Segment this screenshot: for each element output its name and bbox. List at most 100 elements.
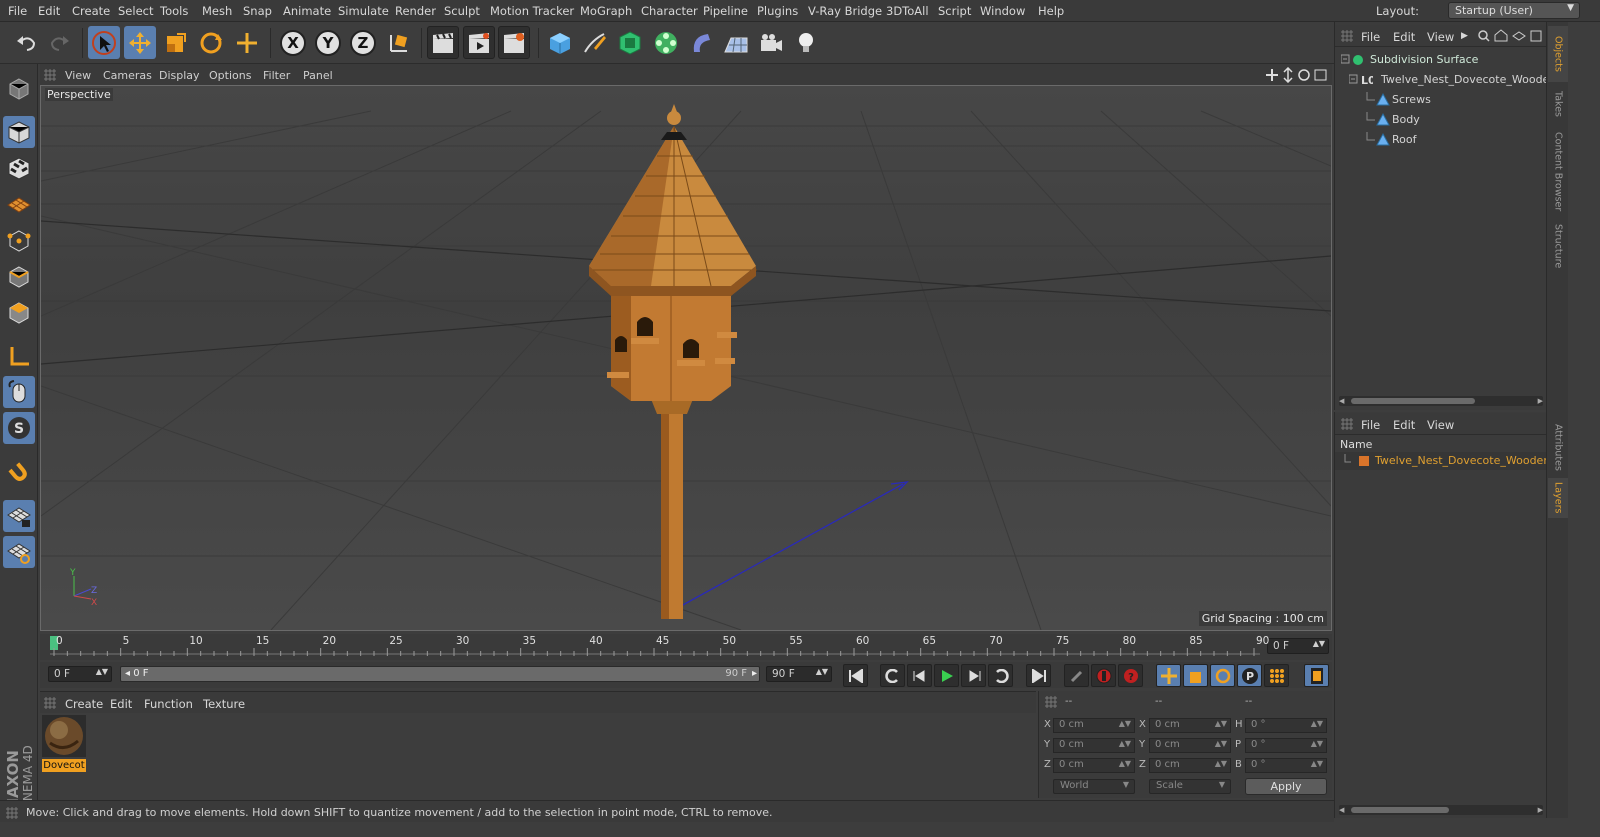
menu-mesh[interactable]: Mesh <box>202 4 232 18</box>
material-swatch-dovecot[interactable]: Dovecot <box>42 715 86 772</box>
tree-item-screws[interactable]: Screws <box>1335 90 1547 109</box>
chevron-right-icon[interactable]: ▶ <box>1461 31 1468 41</box>
record-active-objects-button[interactable] <box>1091 664 1116 687</box>
tab-content-browser[interactable]: Content Browser <box>1548 126 1568 218</box>
model-mode-button[interactable] <box>3 116 35 148</box>
add-light-button[interactable] <box>790 26 822 59</box>
size-mode-select[interactable]: Scale ▼ <box>1149 779 1231 794</box>
viewport-menu-display[interactable]: Display <box>159 69 200 82</box>
material-menu-edit[interactable]: Edit <box>110 697 132 711</box>
material-menu-texture[interactable]: Texture <box>203 697 245 711</box>
solo-mode-button[interactable]: S <box>3 412 35 444</box>
rot-h-field[interactable]: 0 ° ▲▼ <box>1245 718 1327 733</box>
menu-character[interactable]: Character <box>641 4 698 18</box>
scrollbar-thumb[interactable] <box>1351 398 1475 404</box>
edge-mode-button[interactable] <box>3 260 35 292</box>
layout-select[interactable]: Startup (User) ▼ <box>1448 2 1580 19</box>
menu-pipeline[interactable]: Pipeline <box>703 4 748 18</box>
axis-mode-button[interactable] <box>3 340 35 372</box>
tab-takes[interactable]: Takes <box>1548 84 1568 124</box>
add-cube-button[interactable] <box>544 26 576 59</box>
size-y-field[interactable]: 0 cm ▲▼ <box>1149 738 1231 753</box>
tree-item-body[interactable]: Body <box>1335 110 1547 129</box>
pos-z-field[interactable]: 0 cm ▲▼ <box>1053 758 1135 773</box>
rotate-tool-button[interactable] <box>195 26 227 59</box>
key-position-button[interactable] <box>1156 664 1181 687</box>
add-deformer-button[interactable] <box>685 26 717 59</box>
viewport-menu-cameras[interactable]: Cameras <box>103 69 152 82</box>
add-mograph-button[interactable] <box>650 26 682 59</box>
tab-objects[interactable]: Objects <box>1548 26 1568 82</box>
objects-menu-edit[interactable]: Edit <box>1393 30 1415 44</box>
tab-attributes[interactable]: Attributes <box>1548 418 1568 476</box>
menu-tools[interactable]: Tools <box>160 4 188 18</box>
object-manager-tools[interactable] <box>1477 29 1545 43</box>
layers-menu-edit[interactable]: Edit <box>1393 418 1415 432</box>
redo-button[interactable] <box>44 26 76 59</box>
next-key-button[interactable] <box>988 664 1013 687</box>
autokeying-button[interactable]: ? <box>1118 664 1143 687</box>
menu-script[interactable]: Script <box>938 4 971 18</box>
menu-file[interactable]: File <box>8 4 27 18</box>
tree-item-subdivision-surface[interactable]: Subdivision Surface <box>1335 50 1547 69</box>
tab-structure[interactable]: Structure <box>1548 220 1568 272</box>
objects-horizontal-scrollbar[interactable]: ◀ ▶ <box>1339 396 1543 406</box>
pos-x-field[interactable]: 0 cm ▲▼ <box>1053 718 1135 733</box>
tree-item-roof[interactable]: Roof <box>1335 130 1547 149</box>
add-camera-button[interactable] <box>755 26 787 59</box>
scrollbar-thumb[interactable] <box>1351 807 1449 813</box>
menu-select[interactable]: Select <box>118 4 153 18</box>
layers-horizontal-scrollbar[interactable]: ◀ ▶ <box>1339 805 1543 815</box>
timeline-layout-button[interactable] <box>1304 664 1329 687</box>
move-tool-button[interactable] <box>124 26 156 59</box>
objects-menu-view[interactable]: View <box>1427 30 1454 44</box>
coordinate-system-button[interactable] <box>383 26 415 59</box>
goto-end-button[interactable] <box>1026 664 1051 687</box>
material-menu-create[interactable]: Create <box>65 697 103 711</box>
planar-workplane-button[interactable] <box>3 536 35 568</box>
menu-vray-bridge[interactable]: V-Ray Bridge <box>808 4 882 18</box>
key-scale-button[interactable] <box>1183 664 1208 687</box>
snapping-button[interactable] <box>3 456 35 488</box>
menu-simulate[interactable]: Simulate <box>338 4 389 18</box>
size-x-field[interactable]: 0 cm ▲▼ <box>1149 718 1231 733</box>
frame-range-slider[interactable]: ◂ 0 F 90 F ▸ <box>120 666 760 682</box>
key-rotation-button[interactable] <box>1210 664 1235 687</box>
coordinate-mode-select[interactable]: World ▼ <box>1053 779 1135 794</box>
timeline-end-field[interactable]: 0 F ▲▼ <box>1267 638 1329 654</box>
key-pla-button[interactable] <box>1264 664 1289 687</box>
rot-p-field[interactable]: 0 ° ▲▼ <box>1245 738 1327 753</box>
add-spline-button[interactable] <box>579 26 611 59</box>
previous-key-button[interactable] <box>880 664 905 687</box>
menu-window[interactable]: Window <box>980 4 1025 18</box>
menu-edit[interactable]: Edit <box>38 4 60 18</box>
tab-layers[interactable]: Layers <box>1548 478 1568 518</box>
motion-record-button[interactable] <box>1064 664 1089 687</box>
point-mode-button[interactable] <box>3 224 35 256</box>
add-environment-button[interactable] <box>720 26 752 59</box>
dovecote-model[interactable] <box>571 96 811 626</box>
viewport-menu-filter[interactable]: Filter <box>263 69 290 82</box>
z-axis-lock-button[interactable]: Z <box>347 26 379 59</box>
apply-button[interactable]: Apply <box>1245 778 1327 795</box>
x-axis-lock-button[interactable]: X <box>277 26 309 59</box>
menu-sculpt[interactable]: Sculpt <box>444 4 480 18</box>
pos-y-field[interactable]: 0 cm ▲▼ <box>1053 738 1135 753</box>
objects-menu-file[interactable]: File <box>1361 30 1380 44</box>
menu-mograph[interactable]: MoGraph <box>580 4 632 18</box>
menu-snap[interactable]: Snap <box>243 4 272 18</box>
size-z-field[interactable]: 0 cm ▲▼ <box>1149 758 1231 773</box>
locked-workplane-button[interactable] <box>3 500 35 532</box>
undo-button[interactable] <box>10 26 42 59</box>
texture-mode-button[interactable] <box>3 152 35 184</box>
menu-plugins[interactable]: Plugins <box>757 4 798 18</box>
last-tool-button[interactable] <box>231 26 263 59</box>
polygon-mode-button[interactable] <box>3 296 35 328</box>
rot-b-field[interactable]: 0 ° ▲▼ <box>1245 758 1327 773</box>
menu-3dtoall[interactable]: 3DToAll <box>886 4 929 18</box>
perspective-viewport[interactable]: Y Z X Perspective Grid Spacing: 100 cm <box>40 85 1332 631</box>
workplane-mode-button[interactable] <box>3 188 35 220</box>
menu-motion-tracker[interactable]: Motion Tracker <box>490 4 574 18</box>
scale-tool-button[interactable] <box>160 26 192 59</box>
y-axis-lock-button[interactable]: Y <box>312 26 344 59</box>
